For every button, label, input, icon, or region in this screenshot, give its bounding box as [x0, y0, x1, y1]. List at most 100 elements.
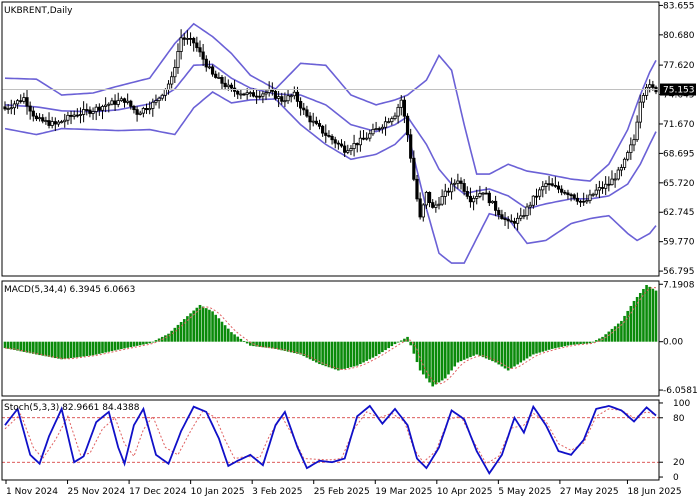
macd-bar	[355, 341, 359, 366]
macd-bar	[79, 341, 82, 357]
date-tick-label: 17 Dec 2024	[129, 487, 187, 497]
price-tick-label: 59.770	[663, 238, 695, 248]
macd-bar	[535, 341, 538, 354]
candle-body	[443, 190, 447, 197]
candle-body	[138, 112, 142, 115]
macd-bar	[481, 341, 485, 358]
macd-bar	[406, 336, 409, 342]
candle-body	[302, 107, 306, 111]
candle-body	[160, 94, 164, 99]
candle-body	[239, 93, 243, 96]
macd-bar	[123, 341, 126, 349]
candle-body	[192, 38, 196, 44]
candle-body	[135, 109, 139, 115]
trading-chart[interactable]: 83.65580.68077.62074.64571.67068.69565.7…	[0, 0, 697, 500]
stoch-tick-label: 20	[673, 458, 685, 468]
candle-body	[173, 67, 177, 78]
macd-bar	[459, 341, 463, 362]
candle-body	[641, 95, 646, 103]
price-tick-label: 77.620	[663, 61, 695, 71]
macd-bar	[434, 341, 438, 385]
macd-bar	[116, 341, 120, 350]
macd-bar	[98, 341, 101, 354]
candle-body	[604, 183, 608, 189]
candle-body	[94, 106, 98, 112]
candle-body	[91, 111, 95, 114]
candle-body	[550, 183, 554, 186]
date-tick-label: 25 Feb 2025	[314, 487, 370, 497]
candle-body	[358, 137, 362, 146]
macd-bar	[547, 341, 551, 350]
macd-bar	[138, 341, 142, 346]
macd-bar	[393, 341, 397, 345]
macd-bar	[132, 341, 136, 347]
macd-bar	[113, 341, 117, 351]
macd-bar	[167, 333, 170, 342]
candle-body	[292, 91, 296, 97]
candle-body	[427, 191, 432, 204]
candle-body	[179, 37, 183, 52]
candle-body	[509, 220, 513, 223]
candle-body	[148, 108, 152, 111]
candle-body	[610, 178, 614, 186]
candle-body	[516, 217, 520, 224]
macd-bar	[88, 341, 92, 356]
candle-body	[607, 183, 611, 186]
candle-body	[528, 204, 532, 208]
last-price-label: 75.153	[663, 86, 695, 96]
candle-body	[47, 120, 51, 126]
macd-bar	[396, 341, 400, 343]
macd-bar	[148, 341, 151, 344]
candle-body	[50, 121, 54, 126]
macd-bar	[85, 341, 89, 357]
macd-bar	[19, 341, 23, 352]
macd-bar	[321, 341, 324, 366]
price-tick-label: 71.670	[663, 120, 695, 130]
price-title: UKBRENT,Daily	[4, 6, 73, 16]
macd-bar	[513, 341, 516, 367]
macd-bar	[566, 341, 570, 346]
candle-body	[471, 197, 476, 203]
candle-body	[245, 92, 249, 95]
candle-body	[132, 105, 136, 111]
candle-body	[346, 150, 350, 153]
candle-body	[85, 109, 89, 111]
candle-body	[9, 107, 13, 110]
candle-body	[591, 193, 595, 196]
candle-body	[352, 143, 356, 149]
candle-body	[44, 120, 48, 122]
macd-bar	[431, 341, 435, 387]
candle-body	[254, 95, 259, 98]
macd-bar	[365, 341, 368, 361]
candle-body	[481, 192, 485, 195]
candle-body	[456, 180, 460, 184]
candle-body	[522, 215, 526, 218]
macd-bar	[346, 341, 350, 369]
macd-bar	[245, 341, 249, 344]
macd-tick-label: -6.0581	[663, 386, 697, 396]
macd-bar	[469, 341, 472, 358]
candle-body	[229, 84, 234, 89]
candle-body	[387, 121, 391, 124]
candle-body	[100, 106, 105, 111]
candle-body	[503, 218, 507, 220]
candle-body	[588, 194, 592, 201]
candle-body	[421, 204, 425, 218]
candle-body	[176, 51, 180, 68]
macd-bar	[412, 341, 416, 354]
date-tick-label: 25 Nov 2024	[68, 487, 126, 497]
candle-body	[475, 196, 479, 199]
candle-body	[506, 219, 510, 222]
candle-body	[494, 200, 498, 211]
macd-bar	[607, 331, 611, 342]
candle-body	[324, 132, 328, 136]
candle-body	[365, 137, 369, 140]
macd-bar	[340, 341, 343, 370]
candle-body	[412, 157, 416, 180]
candle-body	[37, 117, 42, 120]
macd-bar	[201, 306, 205, 342]
candle-body	[19, 100, 23, 103]
macd-bar	[308, 341, 312, 360]
macd-bar	[47, 341, 51, 357]
candle-body	[374, 128, 378, 130]
